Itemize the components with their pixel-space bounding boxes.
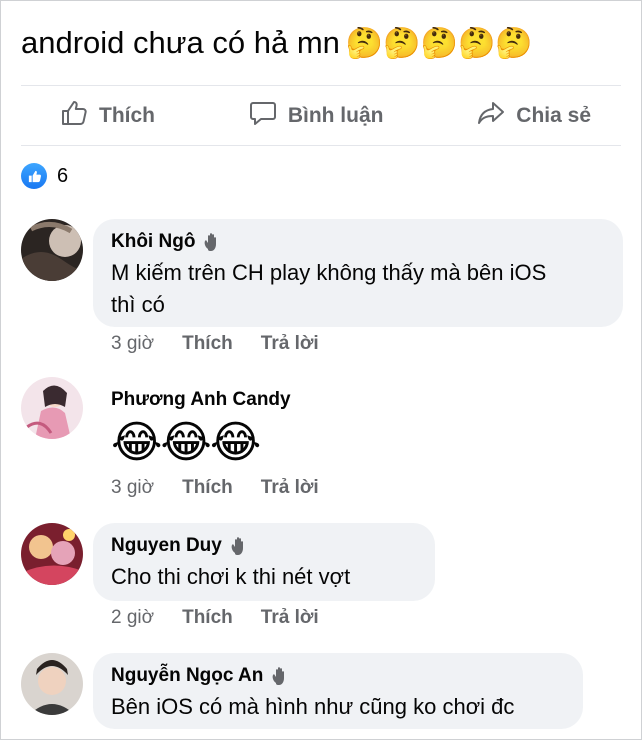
comment-time: 3 giờ	[111, 333, 155, 354]
share-arrow-icon	[476, 98, 506, 134]
comment-text-line: thì có	[111, 292, 165, 317]
thinking-emoji-icon: 🤔🤔🤔🤔🤔	[345, 26, 533, 61]
comment-item: Phương Anh Candy 😂😂😂 3 giờ Thích Trả lời	[21, 377, 621, 503]
comment-item: Nguyen Duy Cho thi chơi k thi nét vợt 2 …	[21, 523, 621, 633]
share-button[interactable]: Chia sẻ	[438, 98, 621, 134]
like-icon	[21, 163, 47, 189]
comment-bubble: Nguyễn Ngọc An Bên iOS có mà hình như cũ…	[93, 653, 583, 729]
comment-meta: 3 giờ Thích Trả lời	[111, 477, 319, 499]
speech-bubble-icon	[248, 98, 278, 134]
comment-text: M kiếm trên CH play không thấy mà bên iO…	[111, 257, 605, 321]
comment-button[interactable]: Bình luận	[210, 98, 404, 134]
avatar[interactable]	[21, 523, 83, 585]
divider	[21, 145, 621, 146]
author-name: Phương Anh Candy	[111, 389, 291, 410]
comment-bubble: Phương Anh Candy 😂😂😂	[93, 377, 393, 477]
wave-icon	[269, 665, 291, 687]
comment-text-line: M kiếm trên CH play không thấy mà bên iO…	[111, 260, 547, 285]
avatar[interactable]	[21, 377, 83, 439]
share-label: Chia sẻ	[516, 104, 591, 127]
reaction-count: 6	[57, 164, 69, 187]
wave-icon	[201, 231, 223, 253]
comment-text: Cho thi chơi k thi nét vợt	[111, 564, 351, 589]
avatar[interactable]	[21, 653, 83, 715]
comment-label: Bình luận	[287, 104, 384, 127]
comment-reply-button[interactable]: Trả lời	[261, 607, 319, 629]
comment-author[interactable]: Nguyen Duy	[111, 535, 417, 557]
comment-item: Khôi Ngô M kiếm trên CH play không thấy …	[21, 219, 623, 359]
like-button[interactable]: Thích	[21, 98, 175, 134]
post-text: android chưa có hả mn 🤔🤔🤔🤔🤔	[21, 21, 533, 66]
author-name: Nguyễn Ngọc An	[111, 665, 264, 686]
author-name: Nguyen Duy	[111, 535, 222, 556]
comment-time: 3 giờ	[111, 477, 155, 498]
comment-text: Bên iOS có mà hình như cũng ko chơi đc	[111, 694, 515, 719]
comment-reply-button[interactable]: Trả lời	[261, 477, 319, 499]
comment-like-button[interactable]: Thích	[182, 477, 233, 499]
post-action-bar: Thích Bình luận Chia sẻ	[21, 87, 621, 145]
author-name: Khôi Ngô	[111, 231, 196, 252]
post-body: android chưa có hả mn	[21, 25, 340, 60]
comment-like-button[interactable]: Thích	[182, 607, 233, 629]
thumbs-up-icon	[59, 98, 89, 134]
comment-author[interactable]: Khôi Ngô	[111, 231, 605, 253]
comment-reply-button[interactable]: Trả lời	[261, 333, 319, 355]
comment-author[interactable]: Phương Anh Candy	[111, 389, 375, 411]
comment-meta: 2 giờ Thích Trả lời	[111, 607, 319, 629]
comment-time: 2 giờ	[111, 607, 155, 628]
comment-meta: 3 giờ Thích Trả lời	[111, 333, 319, 355]
wave-icon	[228, 535, 250, 557]
laughing-tears-emoji-icon: 😂😂😂	[111, 417, 261, 468]
comment-item: Nguyễn Ngọc An Bên iOS có mà hình như cũ…	[21, 653, 621, 741]
comment-author[interactable]: Nguyễn Ngọc An	[111, 665, 565, 687]
comment-bubble: Nguyen Duy Cho thi chơi k thi nét vợt	[93, 523, 435, 601]
avatar[interactable]	[21, 219, 83, 281]
divider	[21, 85, 621, 86]
comment-bubble: Khôi Ngô M kiếm trên CH play không thấy …	[93, 219, 623, 327]
like-label: Thích	[99, 104, 155, 127]
reaction-summary[interactable]: 6	[21, 163, 68, 189]
comment-like-button[interactable]: Thích	[182, 333, 233, 355]
